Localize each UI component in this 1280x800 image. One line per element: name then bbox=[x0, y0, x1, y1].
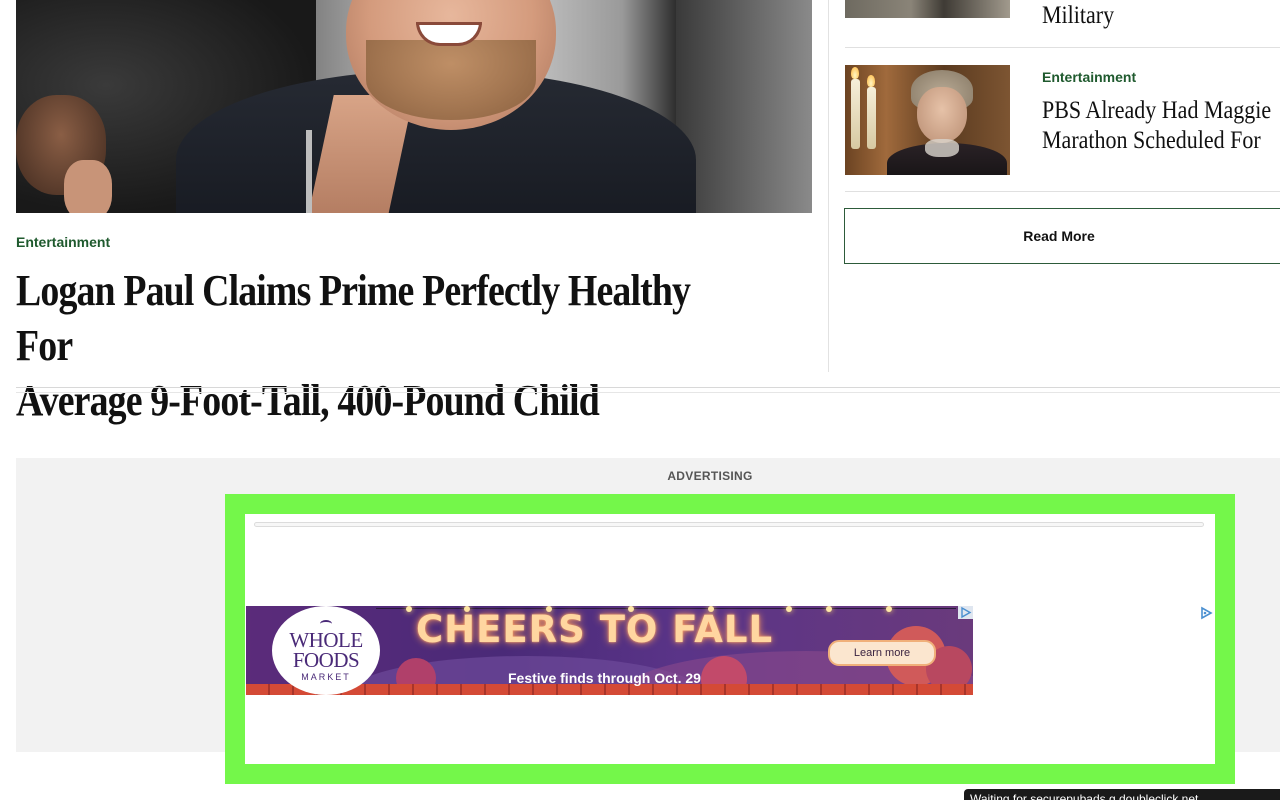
leaf-icon bbox=[320, 619, 332, 628]
brand-line-2: FOODS bbox=[292, 647, 360, 672]
ad-label: ADVERTISING bbox=[667, 469, 753, 483]
brand-line-1: WHOLE bbox=[289, 627, 363, 652]
hero-category-link[interactable]: Entertainment bbox=[16, 234, 110, 250]
adchoices-icon[interactable] bbox=[1199, 606, 1213, 620]
hero-image[interactable] bbox=[16, 0, 812, 213]
ad-headline: CHEERS TO FALL bbox=[416, 608, 774, 651]
sidebar-divider bbox=[845, 47, 1280, 48]
section-divider-secondary bbox=[16, 392, 1280, 393]
sidebar-item-1-thumbnail[interactable] bbox=[845, 0, 1010, 18]
browser-status-bar: Waiting for securepubads.g.doubleclick.n… bbox=[964, 789, 1280, 800]
sidebar-item-2-title[interactable]: PBS Already Had Maggie Marathon Schedule… bbox=[1042, 96, 1280, 156]
sidebar-item-2-title-line2[interactable]: Marathon Scheduled For bbox=[1042, 126, 1280, 156]
read-more-button[interactable]: Read More bbox=[844, 208, 1280, 264]
whole-foods-logo[interactable]: WHOLE FOODS MARKET bbox=[272, 606, 380, 695]
sidebar-item-2-title-line1[interactable]: PBS Already Had Maggie bbox=[1042, 96, 1280, 126]
hero-headline-line2[interactable]: Average 9-Foot-Tall, 400-Pound Child bbox=[16, 373, 704, 428]
learn-more-button[interactable]: Learn more bbox=[828, 640, 936, 666]
adchoices-icon[interactable] bbox=[958, 606, 973, 619]
whole-foods-banner-ad[interactable]: WHOLE FOODS MARKET CHEERS TO FALL Festiv… bbox=[246, 606, 973, 695]
sidebar-divider bbox=[845, 191, 1280, 192]
sidebar-item-2-thumbnail[interactable] bbox=[845, 65, 1010, 175]
hero-headline-line1[interactable]: Logan Paul Claims Prime Perfectly Health… bbox=[16, 263, 704, 373]
hero-headline[interactable]: Logan Paul Claims Prime Perfectly Health… bbox=[16, 263, 704, 428]
ad-loading-bar bbox=[254, 522, 1204, 527]
ad-subtext: Festive finds through Oct. 29 bbox=[508, 670, 701, 686]
column-divider bbox=[828, 0, 829, 372]
sidebar-item-1-title[interactable]: Military bbox=[1042, 2, 1114, 30]
section-divider bbox=[16, 387, 1280, 388]
brand-line-3: MARKET bbox=[301, 671, 351, 682]
sidebar-item-2-category[interactable]: Entertainment bbox=[1042, 69, 1136, 85]
